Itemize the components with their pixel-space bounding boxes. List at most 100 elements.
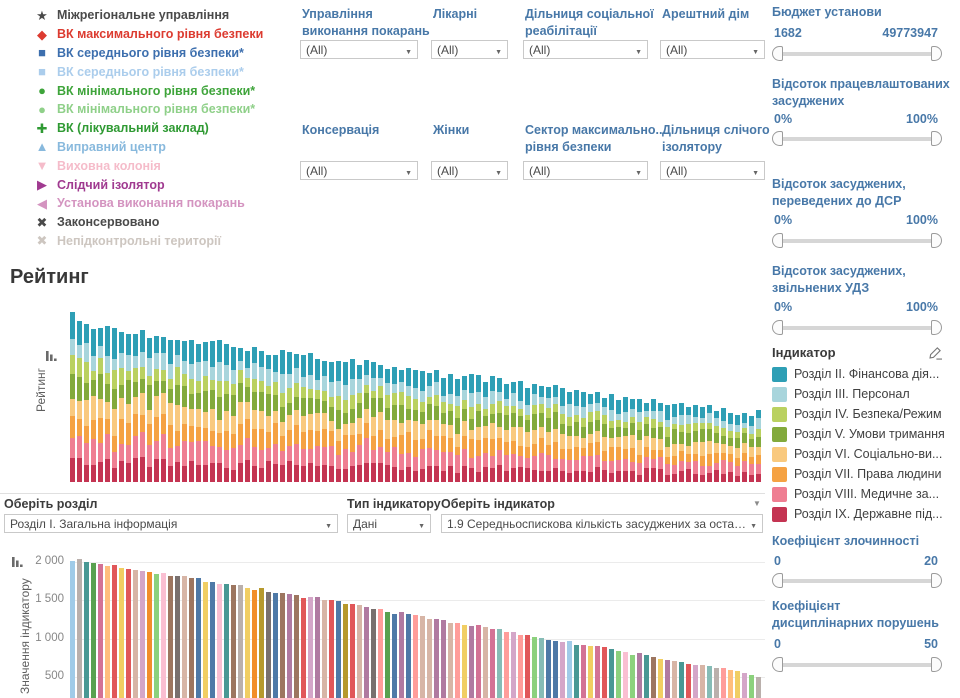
- indicator-type-dropdown[interactable]: Дані: [347, 514, 431, 533]
- rating-bar[interactable]: [532, 384, 537, 482]
- slider-min-handle[interactable]: [772, 233, 783, 248]
- indicator-bar[interactable]: [245, 588, 250, 698]
- indicator-bar[interactable]: [560, 642, 565, 698]
- rating-bar[interactable]: [343, 362, 348, 482]
- indicator-bar[interactable]: [511, 632, 516, 698]
- indicator-bar[interactable]: [644, 655, 649, 698]
- rating-bar[interactable]: [581, 392, 586, 482]
- indicator-bar[interactable]: [714, 668, 719, 698]
- indicator-bar[interactable]: [147, 572, 152, 698]
- indicator-bar[interactable]: [693, 665, 698, 698]
- rating-bar[interactable]: [154, 336, 159, 482]
- rating-bar[interactable]: [483, 382, 488, 482]
- rating-bar[interactable]: [350, 359, 355, 482]
- indicator-bar[interactable]: [273, 593, 278, 698]
- rating-bar[interactable]: [644, 403, 649, 482]
- rating-bar[interactable]: [546, 387, 551, 482]
- rating-bar[interactable]: [490, 376, 495, 482]
- rating-bar[interactable]: [280, 350, 285, 482]
- indicator-bar[interactable]: [504, 632, 509, 698]
- indicator-bar[interactable]: [238, 585, 243, 698]
- indicator-bar[interactable]: [427, 619, 432, 698]
- rating-bar[interactable]: [105, 326, 110, 482]
- rating-bar[interactable]: [84, 324, 89, 482]
- rating-bar[interactable]: [686, 407, 691, 482]
- indicator-legend-item[interactable]: Розділ VII. Права людини: [772, 464, 954, 484]
- rating-bar[interactable]: [399, 370, 404, 482]
- indicator-bar[interactable]: [84, 562, 89, 698]
- indicator-bar[interactable]: [483, 627, 488, 698]
- rating-bar[interactable]: [651, 399, 656, 482]
- indicator-bar[interactable]: [623, 652, 628, 698]
- indicator-bar[interactable]: [588, 646, 593, 698]
- filter-dropdown[interactable]: (All): [660, 40, 765, 59]
- rating-bar[interactable]: [427, 373, 432, 482]
- indicator-bar[interactable]: [119, 568, 124, 698]
- edit-pencil-icon[interactable]: [928, 346, 942, 360]
- rating-bar[interactable]: [658, 403, 663, 482]
- rating-bar[interactable]: [371, 362, 376, 482]
- rating-bar[interactable]: [77, 321, 82, 482]
- legend-item[interactable]: ▼Виховна колонія: [34, 156, 296, 175]
- rating-bar[interactable]: [196, 344, 201, 482]
- range-slider[interactable]: [772, 573, 942, 589]
- rating-bar[interactable]: [308, 353, 313, 482]
- rating-bar[interactable]: [336, 361, 341, 482]
- rating-bar[interactable]: [721, 408, 726, 482]
- rating-bar[interactable]: [70, 312, 75, 482]
- rating-bar[interactable]: [329, 362, 334, 482]
- indicator-bar[interactable]: [315, 597, 320, 698]
- rating-bar[interactable]: [413, 370, 418, 482]
- rating-bar[interactable]: [168, 340, 173, 482]
- rating-bar[interactable]: [434, 370, 439, 482]
- rating-bar[interactable]: [224, 344, 229, 482]
- indicator-bar[interactable]: [595, 646, 600, 698]
- indicator-bar[interactable]: [343, 604, 348, 698]
- indicator-bar[interactable]: [490, 629, 495, 698]
- slider-track[interactable]: [776, 579, 938, 583]
- rating-bar[interactable]: [203, 342, 208, 482]
- rating-bar[interactable]: [392, 367, 397, 482]
- slider-max-handle[interactable]: [931, 131, 942, 146]
- rating-bar[interactable]: [707, 405, 712, 482]
- indicator-bar[interactable]: [581, 645, 586, 698]
- indicator-bar[interactable]: [532, 637, 537, 698]
- rating-bar[interactable]: [588, 394, 593, 482]
- slider-track[interactable]: [776, 137, 938, 141]
- indicator-bar[interactable]: [518, 635, 523, 698]
- rating-bar[interactable]: [259, 351, 264, 482]
- rating-bar[interactable]: [609, 394, 614, 482]
- rating-bar[interactable]: [441, 378, 446, 482]
- slider-min-handle[interactable]: [772, 573, 783, 588]
- indicator-bar[interactable]: [602, 647, 607, 698]
- indicator-bar[interactable]: [266, 592, 271, 698]
- rating-bar[interactable]: [539, 386, 544, 482]
- indicator-bar[interactable]: [525, 635, 530, 698]
- rating-bar[interactable]: [238, 348, 243, 482]
- slider-track[interactable]: [776, 239, 938, 243]
- slider-min-handle[interactable]: [772, 131, 783, 146]
- indicator-bar[interactable]: [700, 665, 705, 698]
- indicator-bar[interactable]: [280, 593, 285, 698]
- indicator-bar[interactable]: [126, 569, 131, 698]
- indicator-bar[interactable]: [616, 651, 621, 698]
- indicator-bar[interactable]: [385, 612, 390, 698]
- rating-bar[interactable]: [287, 352, 292, 482]
- sort-icon[interactable]: [12, 556, 24, 568]
- indicator-bar[interactable]: [378, 609, 383, 698]
- indicator-bar[interactable]: [413, 615, 418, 698]
- rating-bar[interactable]: [357, 365, 362, 482]
- indicator-bar[interactable]: [665, 660, 670, 698]
- indicator-legend-item[interactable]: Розділ II. Фінансова дія...: [772, 364, 954, 384]
- slider-max-handle[interactable]: [931, 573, 942, 588]
- rating-bar[interactable]: [497, 378, 502, 482]
- indicator-bar[interactable]: [182, 576, 187, 698]
- rating-bar[interactable]: [126, 334, 131, 482]
- indicator-bar[interactable]: [756, 677, 761, 698]
- indicator-bar[interactable]: [175, 576, 180, 698]
- rating-bar[interactable]: [728, 413, 733, 482]
- rating-bar[interactable]: [406, 368, 411, 482]
- indicator-bar[interactable]: [203, 582, 208, 698]
- indicator-bar[interactable]: [609, 649, 614, 698]
- indicator-bar[interactable]: [259, 588, 264, 698]
